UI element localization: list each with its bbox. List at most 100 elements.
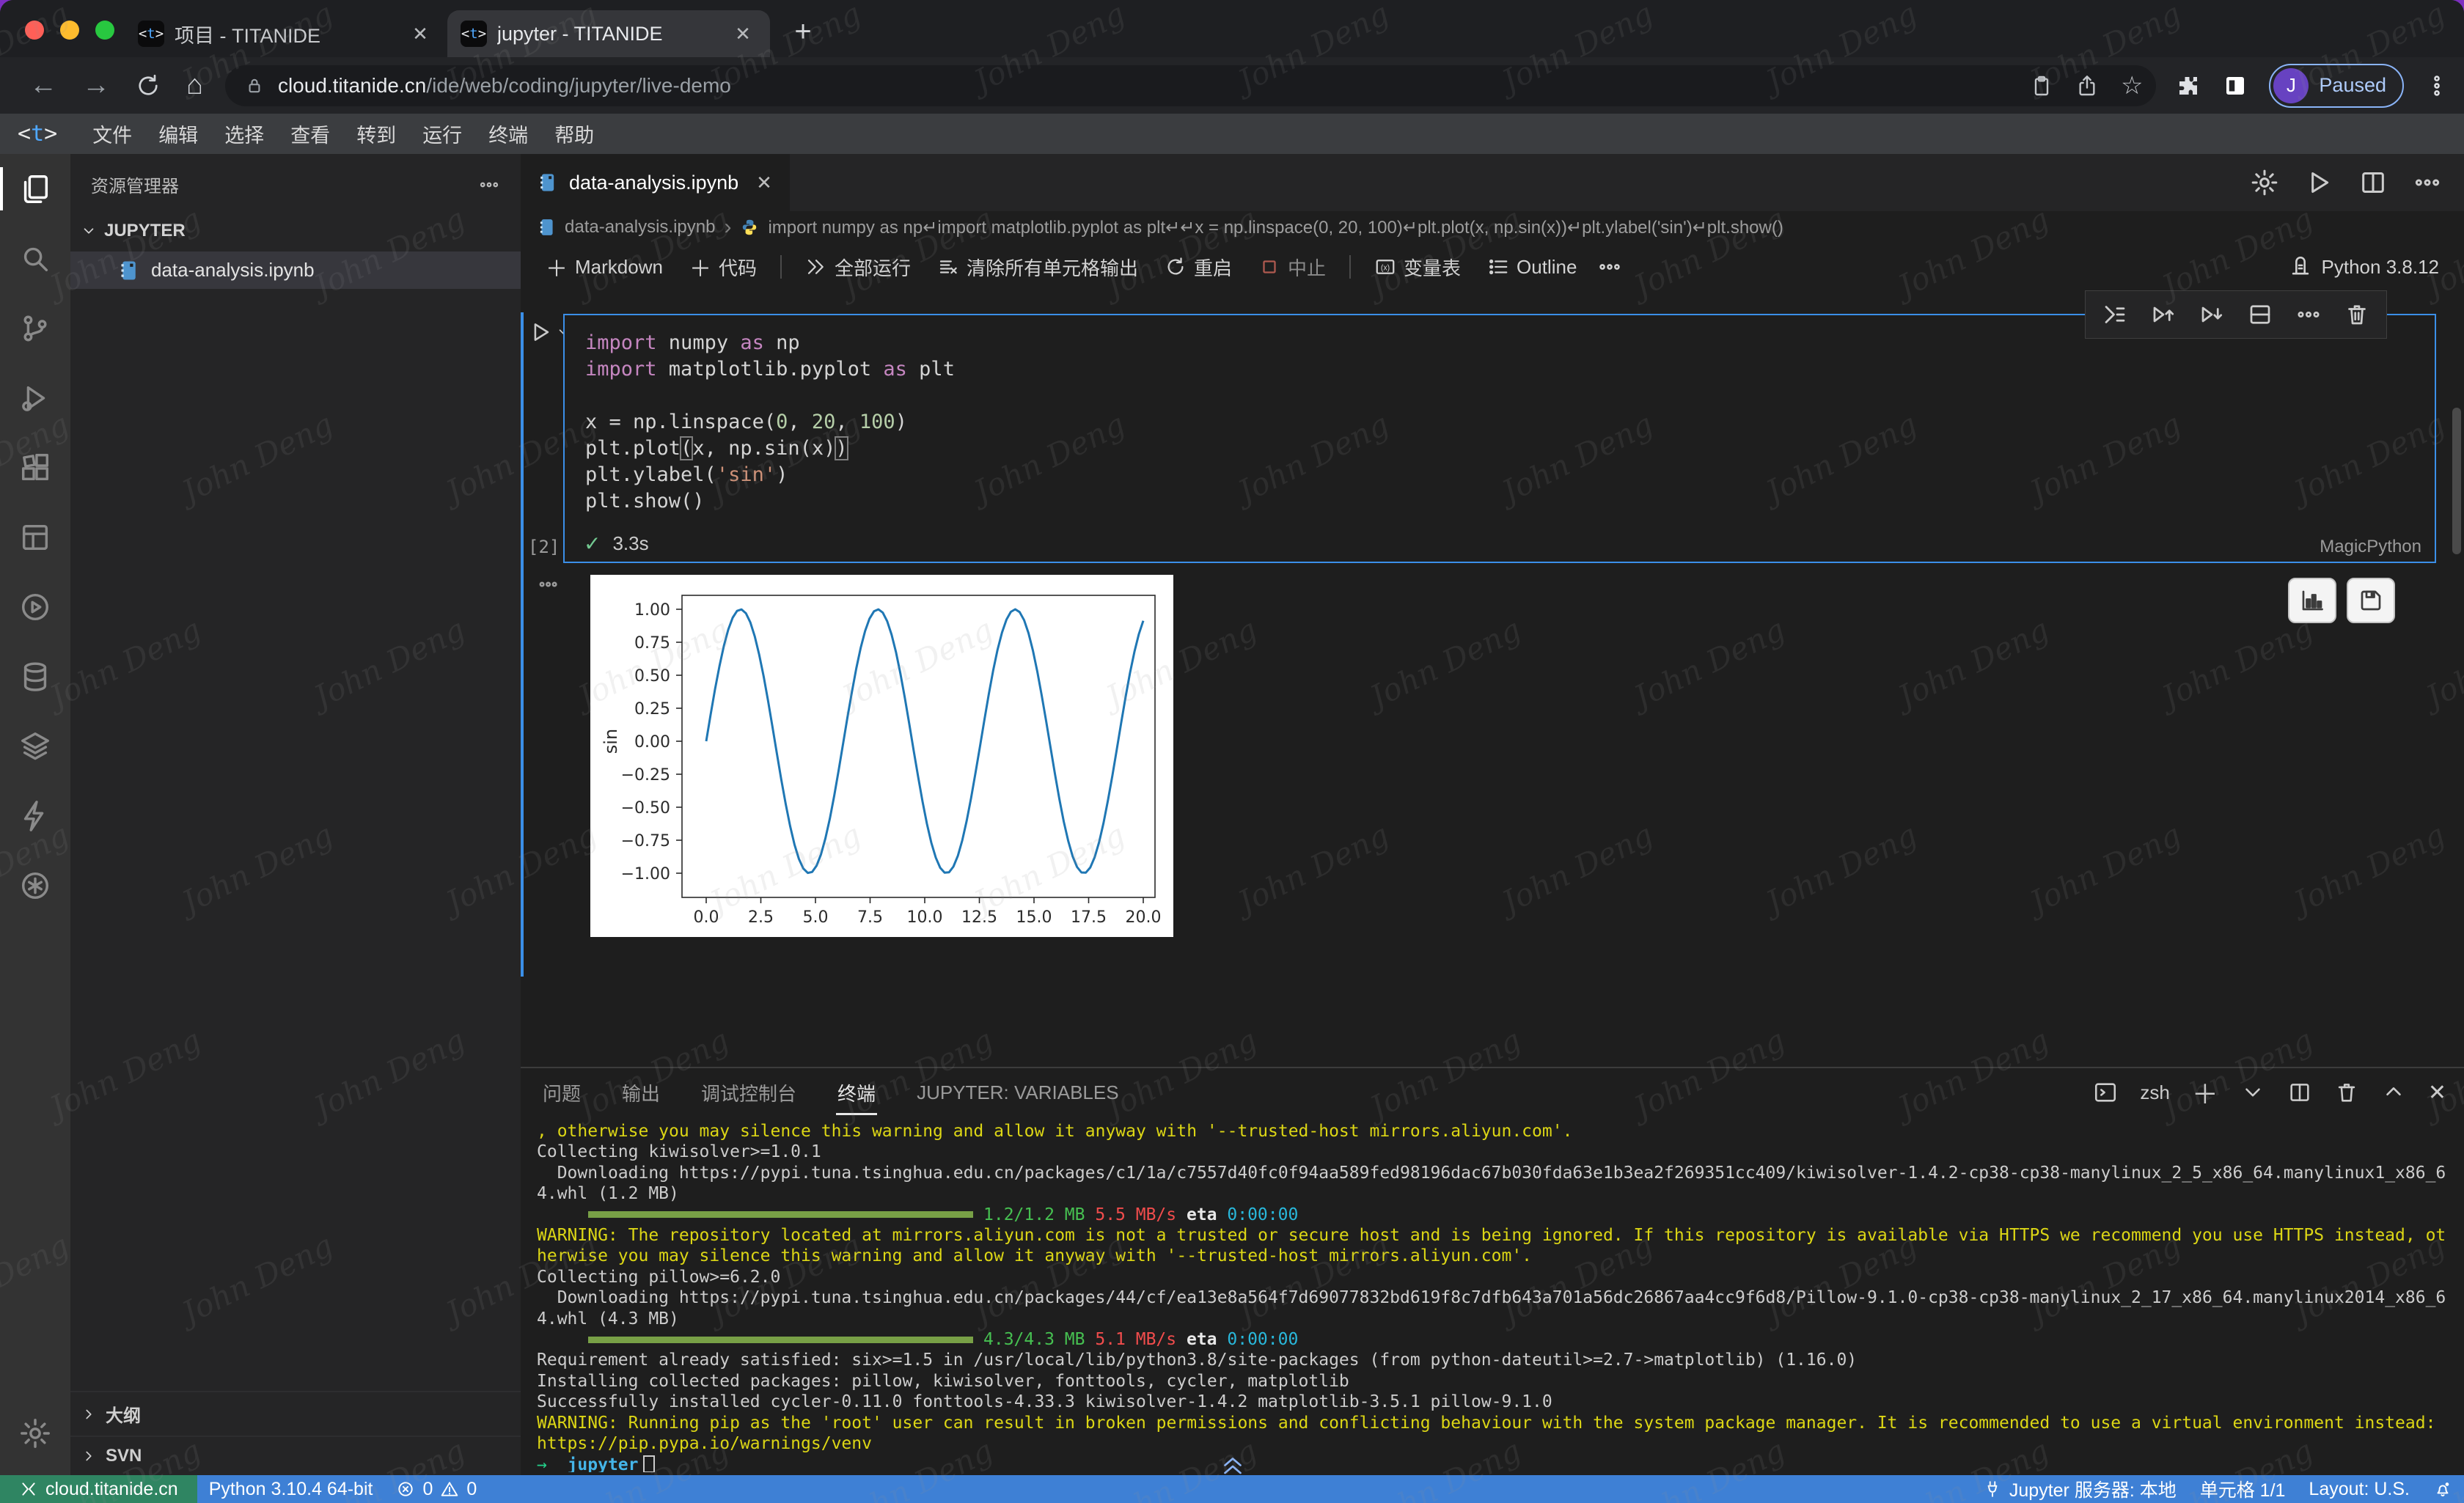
forward-icon[interactable]: → <box>82 70 110 101</box>
menu-item[interactable]: 帮助 <box>541 120 607 151</box>
new-tab-button[interactable]: + <box>785 13 821 50</box>
keyboard-layout-indicator[interactable]: Layout: U.S. <box>2297 1475 2421 1503</box>
maximize-panel-icon[interactable] <box>2381 1080 2406 1105</box>
minimize-window-button[interactable] <box>60 21 79 40</box>
activity-run-circle-icon[interactable] <box>0 572 70 642</box>
activity-run-debug-icon[interactable] <box>0 363 70 433</box>
menu-item[interactable]: 编辑 <box>145 120 211 151</box>
activity-database-icon[interactable] <box>0 642 70 711</box>
editor-tab-notebook[interactable]: data-analysis.ipynb ✕ <box>521 154 790 211</box>
activity-layers-icon[interactable] <box>0 711 70 781</box>
kill-terminal-icon[interactable] <box>2334 1080 2359 1105</box>
run-below-icon[interactable] <box>2199 301 2225 328</box>
remote-indicator[interactable]: cloud.titanide.cn <box>0 1475 197 1503</box>
activity-layout-icon[interactable] <box>0 502 70 572</box>
cell-code[interactable]: import numpy as npimport matplotlib.pypl… <box>585 330 2435 515</box>
share-icon[interactable] <box>2075 74 2099 98</box>
split-editor-icon[interactable] <box>2358 168 2388 197</box>
run-by-line-icon[interactable] <box>2102 301 2128 328</box>
add-markdown-button[interactable]: ＋Markdown <box>535 245 673 289</box>
activity-explorer-icon[interactable] <box>0 154 70 224</box>
menu-item[interactable]: 转到 <box>343 120 409 151</box>
back-icon[interactable]: ← <box>29 70 57 101</box>
menu-item[interactable]: 选择 <box>211 120 277 151</box>
activity-asterisk-circle-icon[interactable] <box>0 850 70 920</box>
code-cell[interactable]: import numpy as npimport matplotlib.pypl… <box>563 314 2436 563</box>
more-actions-icon[interactable] <box>2295 301 2322 328</box>
bookmark-star-icon[interactable]: ☆ <box>2121 71 2143 100</box>
run-above-icon[interactable] <box>2150 301 2177 328</box>
outline-button[interactable]: Outline <box>1477 250 1587 284</box>
workbench: 资源管理器 JUPYTER data-analysis.ipynb 大纲 SVN <box>0 154 2464 1475</box>
panel-tab[interactable]: 问题 <box>541 1072 582 1114</box>
address-bar[interactable]: cloud.titanide.cn/ide/web/coding/jupyter… <box>225 65 2156 106</box>
problems-indicator[interactable]: 0 0 <box>384 1475 488 1503</box>
clear-outputs-button[interactable]: 清除所有单元格输出 <box>927 248 1148 287</box>
activity-zap-icon[interactable] <box>0 781 70 850</box>
close-window-button[interactable] <box>25 21 44 40</box>
close-tab-icon[interactable]: ✕ <box>408 21 433 46</box>
more-actions-icon[interactable] <box>478 174 500 196</box>
plot-viewer-button[interactable] <box>2288 578 2336 623</box>
activity-search-icon[interactable] <box>0 224 70 293</box>
panel-tab[interactable]: JUPYTER: VARIABLES <box>915 1074 1121 1111</box>
menu-item[interactable]: 查看 <box>277 120 343 151</box>
activity-settings-icon[interactable] <box>0 1398 70 1468</box>
jupyter-server-indicator[interactable]: Jupyter 服务器: 本地 <box>1971 1475 2188 1503</box>
add-code-button[interactable]: ＋代码 <box>679 245 767 289</box>
panel-tab[interactable]: 输出 <box>620 1072 661 1114</box>
interrupt-button[interactable]: 中止 <box>1248 248 1336 287</box>
breadcrumb[interactable]: data-analysis.ipynb › import numpy as np… <box>521 211 2464 243</box>
cell-language-label[interactable]: MagicPython <box>2320 537 2421 557</box>
notifications-bell-icon[interactable] <box>2421 1475 2464 1503</box>
extensions-puzzle-icon[interactable] <box>2175 73 2201 99</box>
kernel-picker[interactable]: Python 3.8.12 <box>2288 254 2464 279</box>
menu-item[interactable]: 文件 <box>79 120 145 151</box>
browser-tab-jupyter[interactable]: <t> jupyter - TITANIDE ✕ <box>447 10 770 57</box>
terminal-output[interactable]: , otherwise you may silence this warning… <box>537 1121 2451 1472</box>
browser-tab-project[interactable]: <t> 项目 - TITANIDE ✕ <box>125 10 447 57</box>
sidebar-section-outline[interactable]: 大纲 <box>70 1391 521 1436</box>
run-all-button[interactable]: 全部运行 <box>795 248 921 287</box>
home-icon[interactable]: ⌂ <box>186 70 203 101</box>
variables-button[interactable]: (x) 变量表 <box>1364 248 1471 287</box>
terminal-dropdown-chevron-icon[interactable] <box>2240 1080 2265 1105</box>
new-terminal-icon[interactable]: ＋ <box>2192 1073 2218 1111</box>
panel-tab[interactable]: 终端 <box>836 1072 877 1114</box>
sidebar-section-svn[interactable]: SVN <box>70 1436 521 1475</box>
split-cell-icon[interactable] <box>2247 301 2273 328</box>
run-icon[interactable] <box>2304 168 2333 197</box>
menu-item[interactable]: 运行 <box>409 120 475 151</box>
activity-extensions-icon[interactable] <box>0 433 70 502</box>
panel-tab[interactable]: 调试控制台 <box>700 1072 798 1114</box>
run-cell-icon[interactable] <box>528 320 553 345</box>
output-options-icon[interactable] <box>537 572 562 597</box>
split-terminal-icon[interactable] <box>2287 1080 2312 1105</box>
side-panel-icon[interactable] <box>2222 73 2248 99</box>
macos-window-controls[interactable] <box>25 21 114 40</box>
cell-position-indicator[interactable]: 单元格 1/1 <box>2188 1475 2298 1503</box>
profile-button[interactable]: J Paused <box>2269 64 2404 108</box>
panel-expand-chevrons[interactable] <box>1219 1453 1247 1479</box>
save-plot-button[interactable] <box>2347 578 2395 623</box>
clear-outputs-icon <box>937 256 959 278</box>
activity-source-control-icon[interactable] <box>0 293 70 363</box>
menu-item[interactable]: 终端 <box>475 120 541 151</box>
sidebar-section-jupyter[interactable]: JUPYTER <box>70 210 521 251</box>
shell-label[interactable]: zsh <box>2140 1081 2169 1104</box>
more-actions-icon[interactable] <box>1597 254 1622 279</box>
close-tab-icon[interactable]: ✕ <box>756 172 772 194</box>
more-actions-icon[interactable] <box>2413 168 2442 197</box>
clipboard-icon[interactable] <box>2030 74 2053 98</box>
browser-menu-icon[interactable] <box>2424 73 2449 98</box>
editor-scrollbar[interactable] <box>2452 408 2461 554</box>
close-panel-icon[interactable]: ✕ <box>2428 1080 2446 1106</box>
reload-icon[interactable] <box>135 73 161 99</box>
restart-kernel-button[interactable]: 重启 <box>1154 248 1242 287</box>
close-tab-icon[interactable]: ✕ <box>730 21 755 46</box>
sidebar-item-notebook-file[interactable]: data-analysis.ipynb <box>70 251 521 289</box>
python-interpreter[interactable]: Python 3.10.4 64-bit <box>197 1475 385 1503</box>
settings-gear-icon[interactable] <box>2250 168 2279 197</box>
zoom-window-button[interactable] <box>95 21 114 40</box>
delete-cell-icon[interactable] <box>2344 301 2370 328</box>
